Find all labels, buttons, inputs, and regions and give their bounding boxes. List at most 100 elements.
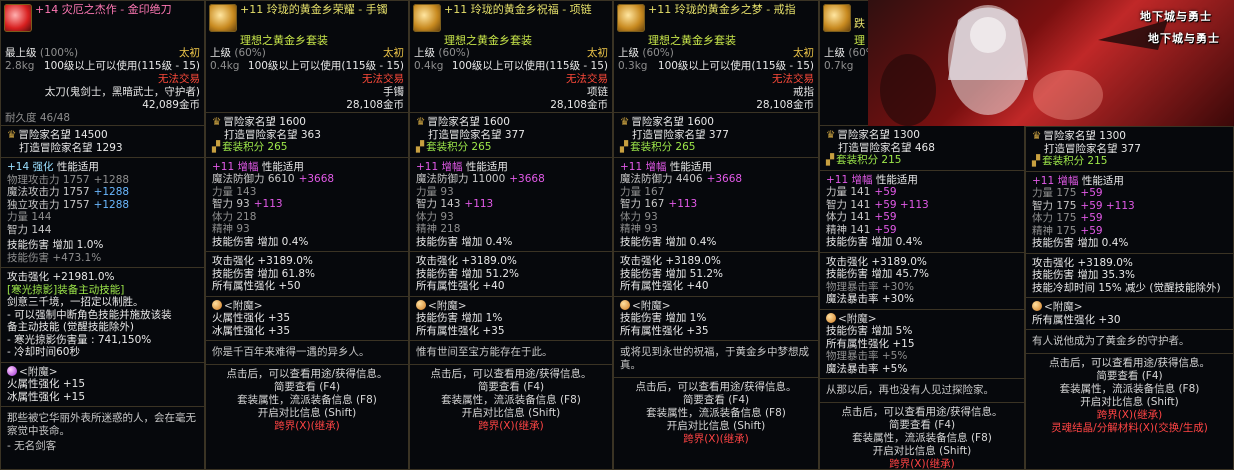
stat-key: 力量: [212, 185, 233, 198]
stat-key: 智力: [826, 198, 847, 211]
skill-line: 备主动技能 (觉醒技能除外): [7, 321, 135, 333]
bracelet-icon: [209, 4, 237, 32]
grade-pct: (60%): [642, 47, 674, 59]
stat-bonus: +59 +113: [874, 198, 929, 211]
accessory-icon: [823, 4, 851, 32]
amplify: +11 增幅: [826, 173, 873, 186]
set-points: 套装积分 265: [222, 141, 288, 153]
fame: 冒险家名望 1600: [631, 116, 714, 128]
stat-bonus: +59: [1080, 187, 1103, 199]
fame: 冒险家名望 1600: [223, 116, 306, 128]
item-desc: 从那以后，再也没有人见过探险家。: [826, 384, 994, 396]
stat-key: 魔法攻击力: [7, 186, 60, 198]
stat-bonus: +59: [1080, 212, 1103, 224]
fame-icon: ♛: [826, 129, 836, 141]
stat-val: 175: [1056, 212, 1077, 224]
weight: 0.7kg: [824, 60, 854, 72]
skill-dmg: 技能伤害 增加 0.4%: [620, 235, 717, 248]
game-logo: 地下城与勇士: [1140, 10, 1212, 23]
stat-val: 141: [850, 211, 871, 223]
enchant-line: 所有属性强化 +30: [1032, 313, 1121, 326]
skill-dmg-2: 技能伤害 增加 35.3%: [1032, 269, 1136, 281]
stat-bonus: +1288: [93, 198, 130, 211]
enchant-title: <附魔>: [838, 312, 877, 325]
stat-key: 力量: [826, 186, 847, 198]
weight: 0.3kg: [618, 60, 648, 72]
amplify: +11 增幅: [212, 160, 259, 173]
cross-server: 跨界(X)(继承): [683, 433, 749, 445]
stat-val: 1757: [62, 198, 90, 211]
hint-line: 开启对比信息 (Shift): [257, 407, 357, 419]
stat-bonus: +59: [874, 211, 897, 223]
hint-line: 开启对比信息 (Shift): [872, 445, 972, 457]
enchant-title: <附魔>: [632, 299, 671, 312]
slot: 手镯: [383, 86, 404, 98]
set-name: 理想之黄金乡套装: [648, 34, 736, 47]
stat-val: 93: [644, 223, 658, 235]
enchant-line: 所有属性强化 +35: [416, 324, 505, 337]
stat-val: 175: [1056, 187, 1077, 199]
stat-bonus: +59: [874, 223, 897, 236]
skill-dmg: 技能伤害 增加 1.0%: [7, 239, 104, 251]
crit-mag: 魔法暴击率 +30%: [826, 293, 914, 305]
hint-line: 套装属性，流派装备信息 (F8): [1059, 383, 1200, 395]
amplify: +11 增幅: [620, 160, 667, 173]
stat-val: 93: [440, 210, 454, 223]
forge-fame: 打造冒险家名望 468: [838, 141, 935, 154]
item-type: 太初: [179, 47, 200, 59]
cross-server: 跨界(X)(继承): [1096, 409, 1163, 421]
slot: 戒指: [793, 86, 814, 98]
stat-key: 魔法防御力: [212, 173, 265, 185]
hint-line: 简要查看 (F4): [888, 419, 956, 431]
item-type: 太初: [587, 47, 608, 59]
amplify-label: 性能适用: [261, 160, 304, 173]
level-req: 100级以上可以使用(115级 - 15): [43, 60, 200, 72]
ring-icon: [617, 4, 645, 32]
hint-line: 简要查看 (F4): [273, 381, 341, 393]
cross-server: 跨界(X)(继承): [478, 420, 544, 432]
hint-line: 点击后，可以查看用途/获得信息。: [226, 368, 388, 380]
stat-bonus: +3668: [298, 173, 335, 185]
enchant-title: <附魔>: [224, 299, 263, 312]
stat-bonus: +113: [668, 198, 698, 210]
item-name: +14 灾厄之杰作 - 金印绝刀: [35, 3, 172, 16]
fame: 冒险家名望 1300: [1043, 130, 1126, 142]
stat-key: 精神: [416, 223, 437, 235]
stat-bonus: +3668: [706, 173, 743, 185]
stat-val: 4406: [675, 173, 703, 185]
tradable: 无法交易: [158, 73, 200, 85]
enchant-title: <附魔>: [19, 365, 58, 378]
stat-key: 智力: [7, 223, 28, 236]
item-name: +11 玲珑的黄金乡祝福 - 项链: [444, 3, 592, 16]
stat-bonus: +113: [464, 198, 494, 210]
skill-line: - 寒光掠影伤害量 : 741,150%: [7, 333, 152, 346]
set-icon: ▞: [212, 141, 221, 153]
slot: 项链: [587, 86, 608, 98]
stat-key: 力量: [620, 185, 641, 198]
stat-val: 6610: [267, 173, 295, 185]
fame-icon: ♛: [7, 129, 17, 141]
skill-dmg-2: 技能伤害 增加 51.2%: [620, 267, 724, 280]
stat-val: 143: [236, 185, 257, 198]
classes: 太刀(鬼剑士，黑暗武士，守护者): [44, 86, 200, 98]
item-desc: 有人说他成为了黄金乡的守护者。: [1032, 335, 1190, 347]
enchant-line: 技能伤害 增加 1%: [620, 312, 707, 324]
stat-val: 93: [236, 223, 250, 235]
tradable: 无法交易: [772, 73, 814, 85]
stat-val: 93: [644, 210, 658, 223]
tooltip-bracelet: +11 玲珑的黄金乡荣耀 - 手镯 理想之黄金乡套装 上级 (60%) 太初 0.…: [205, 0, 409, 470]
set-points: 套装积分 265: [426, 141, 492, 153]
skill-dmg-extra: 技能伤害 +473.1%: [7, 251, 102, 264]
stat-key: 体力: [416, 210, 437, 223]
item-name: +11 玲珑的黄金乡之梦 - 戒指: [648, 3, 796, 16]
tooltip-necklace: +11 玲珑的黄金乡祝福 - 项链 理想之黄金乡套装 上级 (60%) 太初 0.…: [409, 0, 613, 470]
tooltip-weapon: +14 灾厄之杰作 - 金印绝刀 最上级 (100%) 太初 2.8kg 100级以…: [0, 0, 205, 470]
stat-key: 力量: [416, 185, 437, 198]
enchant-line: 火属性强化 +15: [7, 378, 85, 390]
enchant-line: 冰属性强化 +15: [7, 390, 85, 403]
amplify-label: 性能适用: [875, 173, 918, 186]
enchant-line: 物理暴击率 +5%: [826, 350, 908, 362]
hint-line: 点击后，可以查看用途/获得信息。: [430, 368, 592, 380]
stat-key: 精神: [826, 223, 847, 236]
grade-pct: (60%): [438, 47, 470, 59]
